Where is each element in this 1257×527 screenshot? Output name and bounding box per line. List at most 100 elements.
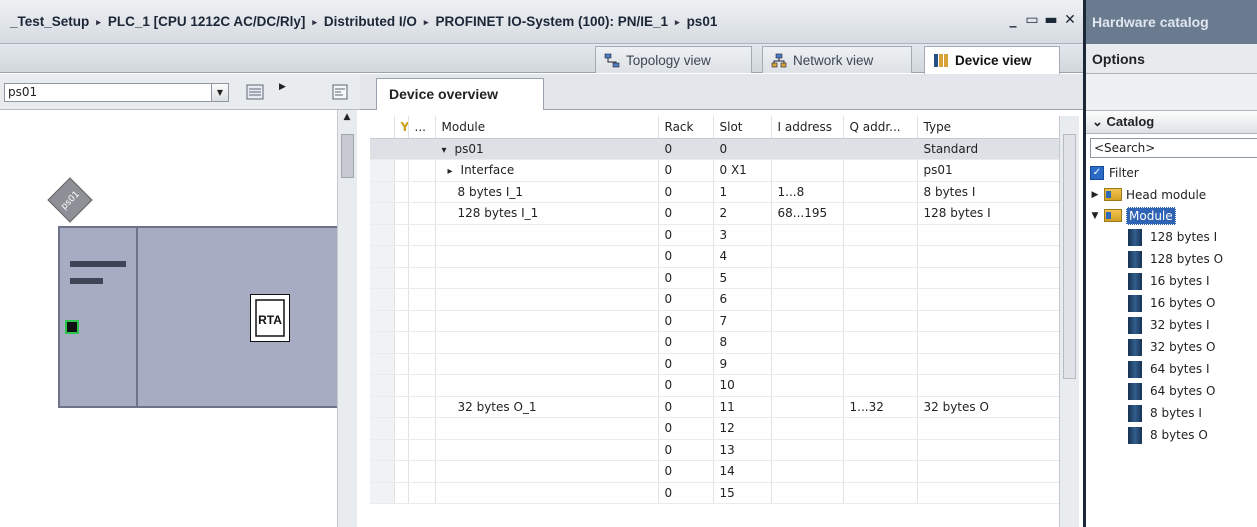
- i-address-cell[interactable]: [771, 439, 844, 461]
- catalog-section-header[interactable]: ⌄ Catalog: [1086, 110, 1257, 134]
- device-rack[interactable]: RTA: [58, 226, 344, 408]
- slot-cell[interactable]: 4: [713, 245, 772, 268]
- i-address-cell[interactable]: [771, 159, 844, 182]
- row-handle[interactable]: [370, 396, 395, 418]
- type-cell[interactable]: 32 bytes O: [917, 396, 1060, 418]
- row-diagnostics[interactable]: [394, 288, 409, 311]
- slot-cell[interactable]: 9: [713, 353, 772, 375]
- q-address-cell[interactable]: [843, 288, 918, 311]
- rack-cell[interactable]: 0: [658, 159, 714, 182]
- catalog-module-item[interactable]: 128 bytes O: [1086, 248, 1257, 270]
- rack-cell[interactable]: 0: [658, 374, 714, 397]
- q-address-cell[interactable]: 1...32: [843, 396, 918, 418]
- q-address-cell[interactable]: [843, 310, 918, 332]
- module-cell[interactable]: [435, 417, 659, 440]
- type-cell[interactable]: [917, 374, 1060, 397]
- rack-cell[interactable]: 0: [658, 202, 714, 225]
- table-row[interactable]: ▸ Interface 0 0 X1 ps01: [370, 159, 1060, 182]
- filter-checkbox[interactable]: ✓: [1090, 166, 1104, 180]
- module-cell[interactable]: [435, 331, 659, 354]
- table-row[interactable]: 05: [370, 267, 1060, 289]
- slot-cell[interactable]: 7: [713, 310, 772, 332]
- row-handle[interactable]: [370, 460, 395, 483]
- row-handle[interactable]: [370, 417, 395, 440]
- row-handle[interactable]: [370, 374, 395, 397]
- header-module[interactable]: Module: [435, 116, 659, 139]
- row-more[interactable]: [408, 245, 436, 268]
- module-cell[interactable]: 8 bytes I_1: [435, 181, 659, 203]
- header-slot[interactable]: Slot: [713, 116, 772, 139]
- row-handle[interactable]: [370, 202, 395, 225]
- type-cell[interactable]: Standard: [917, 138, 1060, 160]
- catalog-module-item[interactable]: 16 bytes O: [1086, 292, 1257, 314]
- float-button[interactable]: ▭: [1025, 12, 1039, 28]
- q-address-cell[interactable]: [843, 181, 918, 203]
- tree-item-module[interactable]: ▼ Module: [1086, 205, 1257, 226]
- i-address-cell[interactable]: [771, 417, 844, 440]
- module-cell[interactable]: [435, 482, 659, 504]
- catalog-module-item[interactable]: 8 bytes O: [1086, 424, 1257, 446]
- row-diagnostics[interactable]: [394, 331, 409, 354]
- i-address-cell[interactable]: [771, 374, 844, 397]
- slot-cell[interactable]: 0: [713, 138, 772, 160]
- row-handle[interactable]: [370, 267, 395, 289]
- table-row[interactable]: 0 14: [370, 460, 1060, 483]
- chevron-down-icon[interactable]: ▼: [1090, 211, 1100, 221]
- table-scrollbar[interactable]: [1059, 116, 1079, 527]
- type-cell[interactable]: [917, 353, 1060, 375]
- type-cell[interactable]: [917, 331, 1060, 354]
- rack-overview-icon[interactable]: [246, 83, 264, 101]
- row-more[interactable]: [408, 460, 436, 483]
- scroll-up-icon[interactable]: [1063, 118, 1076, 132]
- tab-device-view[interactable]: Device view: [924, 46, 1060, 74]
- q-address-cell[interactable]: [843, 224, 918, 246]
- canvas-scrollbar[interactable]: ▲: [337, 110, 357, 527]
- slot-cell[interactable]: 0 X1: [713, 159, 772, 182]
- row-diagnostics[interactable]: [394, 202, 409, 225]
- catalog-module-item[interactable]: 128 bytes I: [1086, 226, 1257, 248]
- slot-cell[interactable]: 1: [713, 181, 772, 203]
- header-i-address[interactable]: I address: [771, 116, 844, 139]
- slot-cell[interactable]: 12: [713, 417, 772, 440]
- module-cell[interactable]: ▸ Interface: [435, 159, 659, 182]
- tab-device-overview[interactable]: Device overview: [376, 78, 544, 110]
- catalog-module-item[interactable]: 8 bytes I: [1086, 402, 1257, 424]
- close-button[interactable]: ✕: [1063, 12, 1077, 28]
- type-cell[interactable]: [917, 460, 1060, 483]
- module-cell[interactable]: [435, 439, 659, 461]
- rack-cell[interactable]: 0: [658, 396, 714, 418]
- catalog-module-item[interactable]: 32 bytes O: [1086, 336, 1257, 358]
- table-row[interactable]: 08: [370, 331, 1060, 354]
- row-more[interactable]: [408, 396, 436, 418]
- module-cell[interactable]: 32 bytes O_1: [435, 396, 659, 418]
- breadcrumb-distributed-io[interactable]: Distributed I/O: [324, 14, 417, 29]
- rack-cell[interactable]: 0: [658, 224, 714, 246]
- row-more[interactable]: [408, 181, 436, 203]
- table-row[interactable]: 0 12: [370, 417, 1060, 440]
- table-row[interactable]: 0 13: [370, 439, 1060, 461]
- table-row[interactable]: 06: [370, 288, 1060, 311]
- module-cell[interactable]: [435, 374, 659, 397]
- q-address-cell[interactable]: [843, 159, 918, 182]
- breadcrumb-device[interactable]: ps01: [687, 14, 718, 29]
- chevron-down-icon[interactable]: ▼: [211, 84, 228, 101]
- i-address-cell[interactable]: [771, 267, 844, 289]
- catalog-search-input[interactable]: <Search>: [1090, 138, 1257, 158]
- device-select[interactable]: ps01 ▼: [4, 83, 229, 102]
- module-cell[interactable]: 128 bytes I_1: [435, 202, 659, 225]
- row-more[interactable]: [408, 353, 436, 375]
- scrollbar-thumb[interactable]: [1063, 134, 1076, 379]
- i-address-cell[interactable]: [771, 460, 844, 483]
- ethernet-port-icon[interactable]: [65, 320, 79, 334]
- tab-network-view[interactable]: Network view: [762, 46, 912, 73]
- row-diagnostics[interactable]: [394, 224, 409, 246]
- header-rack[interactable]: Rack: [658, 116, 714, 139]
- rack-cell[interactable]: 0: [658, 460, 714, 483]
- slot-cell[interactable]: 15: [713, 482, 772, 504]
- q-address-cell[interactable]: [843, 353, 918, 375]
- maximize-button[interactable]: ▬: [1044, 12, 1058, 28]
- rack-cell[interactable]: 0: [658, 138, 714, 160]
- q-address-cell[interactable]: [843, 439, 918, 461]
- minimize-button[interactable]: _: [1006, 12, 1020, 28]
- row-more[interactable]: [408, 439, 436, 461]
